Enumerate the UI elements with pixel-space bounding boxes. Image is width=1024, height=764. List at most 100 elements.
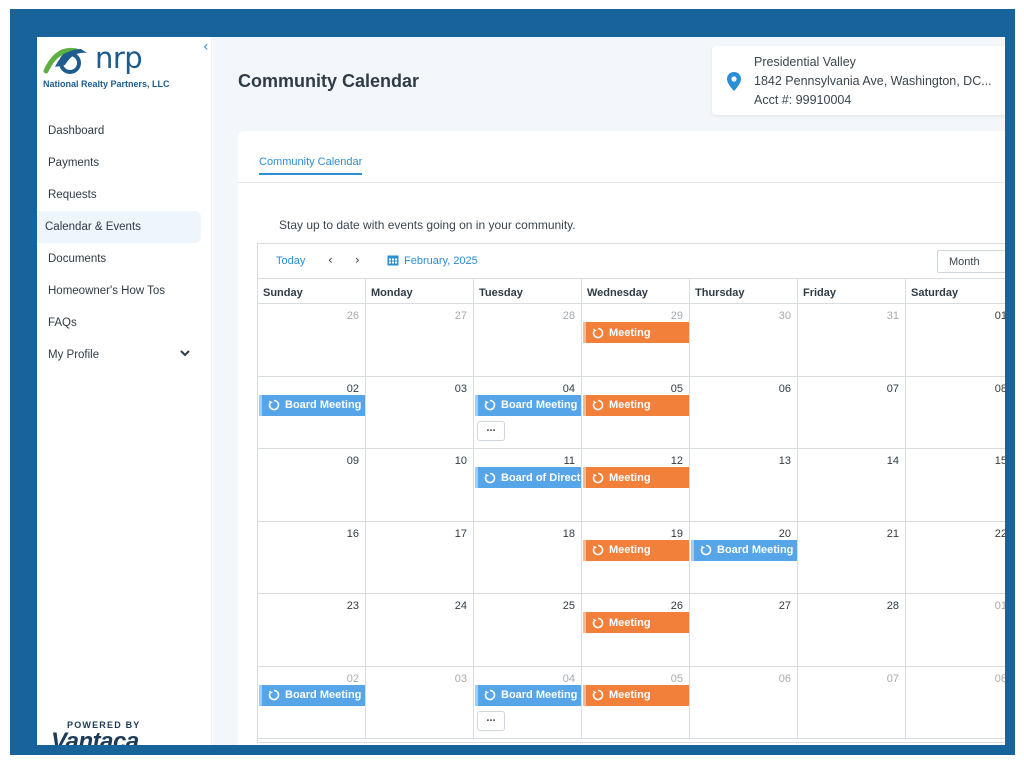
calendar-event[interactable]: Board Meeting <box>475 394 581 416</box>
day-number[interactable]: 05 <box>671 383 683 395</box>
calendar-day-cell[interactable]: 04 Board Meeting... <box>474 666 582 738</box>
chevron-left-icon[interactable]: ‹ <box>328 253 333 267</box>
period-picker[interactable]: February, 2025 <box>404 255 478 267</box>
calendar-day-cell[interactable]: 18 <box>474 521 582 593</box>
calendar-day-cell[interactable]: 12 Meeting <box>582 449 690 521</box>
calendar-day-cell[interactable]: 11 Board of Direct <box>474 449 582 521</box>
calendar-day-cell[interactable]: 24 <box>366 594 474 666</box>
calendar-day-cell[interactable]: 22 <box>906 522 1005 594</box>
calendar-event[interactable]: Meeting <box>583 467 689 488</box>
calendar-day-cell[interactable]: 25 <box>474 594 582 666</box>
day-number[interactable]: 21 <box>887 528 899 540</box>
calendar-day-cell[interactable]: 01 <box>906 304 1005 376</box>
day-number[interactable]: 28 <box>563 310 575 322</box>
day-number[interactable]: 01 <box>995 600 1005 612</box>
calendar-event[interactable]: Meeting <box>583 539 689 561</box>
calendar-day-cell[interactable]: 20 Board Meeting <box>690 521 798 593</box>
day-number[interactable]: 16 <box>347 528 359 540</box>
calendar-day-cell[interactable]: 06 <box>690 376 798 448</box>
day-number[interactable]: 28 <box>887 600 899 612</box>
chevron-down-icon[interactable] <box>179 347 191 359</box>
calendar-event[interactable]: Board Meeting <box>259 684 365 706</box>
calendar-day-cell[interactable]: 06 <box>690 666 798 738</box>
day-number[interactable]: 27 <box>455 310 467 322</box>
day-number[interactable]: 06 <box>779 673 791 685</box>
more-events-button[interactable]: ... <box>477 420 505 441</box>
day-number[interactable]: 10 <box>455 455 467 467</box>
calendar-day-cell[interactable]: 04 Board Meeting... <box>474 376 582 448</box>
day-number[interactable]: 22 <box>995 528 1005 540</box>
calendar-day-cell[interactable]: 16 <box>258 521 366 593</box>
calendar-day-cell[interactable]: 13 <box>690 449 798 521</box>
day-number[interactable]: 03 <box>455 383 467 395</box>
day-number[interactable]: 02 <box>347 673 359 685</box>
calendar-day-cell[interactable]: 05 Meeting <box>582 376 690 448</box>
calendar-event[interactable]: Meeting <box>583 322 689 343</box>
view-select[interactable]: Month <box>937 250 1005 273</box>
calendar-event[interactable]: Board Meeting <box>691 539 797 561</box>
day-number[interactable]: 08 <box>995 673 1005 685</box>
sidebar-item-dashboard[interactable]: Dashboard <box>37 115 212 147</box>
day-number[interactable]: 23 <box>347 600 359 612</box>
calendar-day-cell[interactable]: 02 Board Meeting <box>258 376 366 448</box>
day-number[interactable]: 29 <box>671 310 683 322</box>
chevron-right-icon[interactable]: › <box>355 253 360 267</box>
day-number[interactable]: 25 <box>563 600 575 612</box>
calendar-day-cell[interactable]: 03 <box>366 376 474 448</box>
day-number[interactable]: 11 <box>564 455 575 467</box>
calendar-day-cell[interactable]: 15 <box>906 449 1005 521</box>
day-number[interactable]: 04 <box>563 673 575 685</box>
day-number[interactable]: 31 <box>887 310 899 322</box>
day-number[interactable]: 14 <box>887 455 899 467</box>
day-number[interactable]: 24 <box>455 600 467 612</box>
calendar-day-cell[interactable]: 28 <box>474 304 582 376</box>
calendar-day-cell[interactable]: 19 Meeting <box>582 521 690 593</box>
more-events-button[interactable]: ... <box>477 710 505 731</box>
calendar-day-cell[interactable]: 09 <box>258 449 366 521</box>
tab-community-calendar[interactable]: Community Calendar <box>259 156 363 175</box>
calendar-icon[interactable] <box>387 254 399 266</box>
sidebar-item-calendar-events[interactable]: Calendar & Events <box>37 211 201 243</box>
sidebar-item-faqs[interactable]: FAQs <box>37 307 212 339</box>
calendar-event[interactable]: Board Meeting <box>475 684 581 706</box>
calendar-day-cell[interactable]: 14 <box>798 449 906 521</box>
calendar-day-cell[interactable]: 07 <box>798 666 906 738</box>
day-number[interactable]: 07 <box>887 383 899 395</box>
day-number[interactable]: 06 <box>779 383 791 395</box>
day-number[interactable]: 18 <box>563 528 575 540</box>
calendar-day-cell[interactable]: 02 Board Meeting <box>258 666 366 738</box>
calendar-day-cell[interactable]: 01 <box>906 594 1005 666</box>
calendar-day-cell[interactable]: 21 <box>798 521 906 593</box>
calendar-day-cell[interactable]: 23 <box>258 594 366 666</box>
sidebar-item-requests[interactable]: Requests <box>37 179 212 211</box>
calendar-event[interactable]: Meeting <box>583 684 689 706</box>
sidebar-item-payments[interactable]: Payments <box>37 147 212 179</box>
day-number[interactable]: 08 <box>995 383 1005 395</box>
calendar-day-cell[interactable]: 08 <box>906 667 1005 739</box>
calendar-day-cell[interactable]: 29 Meeting <box>582 304 690 376</box>
day-number[interactable]: 04 <box>563 383 575 395</box>
calendar-event[interactable]: Meeting <box>583 612 689 633</box>
day-number[interactable]: 05 <box>671 673 683 685</box>
calendar-event[interactable]: Meeting <box>583 394 689 416</box>
sidebar-item-documents[interactable]: Documents <box>37 243 212 275</box>
calendar-day-cell[interactable]: 07 <box>798 376 906 448</box>
day-number[interactable]: 09 <box>347 455 359 467</box>
calendar-day-cell[interactable]: 26 <box>258 304 366 376</box>
sidebar-item-how-tos[interactable]: Homeowner's How Tos <box>37 275 212 307</box>
sidebar-item-my-profile[interactable]: My Profile <box>37 339 212 371</box>
day-number[interactable]: 17 <box>455 528 467 540</box>
calendar-day-cell[interactable]: 28 <box>798 594 906 666</box>
day-number[interactable]: 01 <box>995 310 1005 322</box>
collapse-sidebar-icon[interactable]: ‹ <box>203 39 209 55</box>
nrp-logo[interactable]: nrp National Realty Partners, LLC <box>43 41 203 93</box>
calendar-day-cell[interactable]: 26 Meeting <box>582 594 690 666</box>
day-number[interactable]: 12 <box>671 455 683 467</box>
calendar-event[interactable]: Board of Direct <box>475 467 581 488</box>
calendar-event[interactable]: Board Meeting <box>259 394 365 416</box>
day-number[interactable]: 03 <box>455 673 467 685</box>
day-number[interactable]: 07 <box>887 673 899 685</box>
day-number[interactable]: 13 <box>779 455 791 467</box>
day-number[interactable]: 26 <box>671 600 683 612</box>
calendar-day-cell[interactable]: 10 <box>366 449 474 521</box>
